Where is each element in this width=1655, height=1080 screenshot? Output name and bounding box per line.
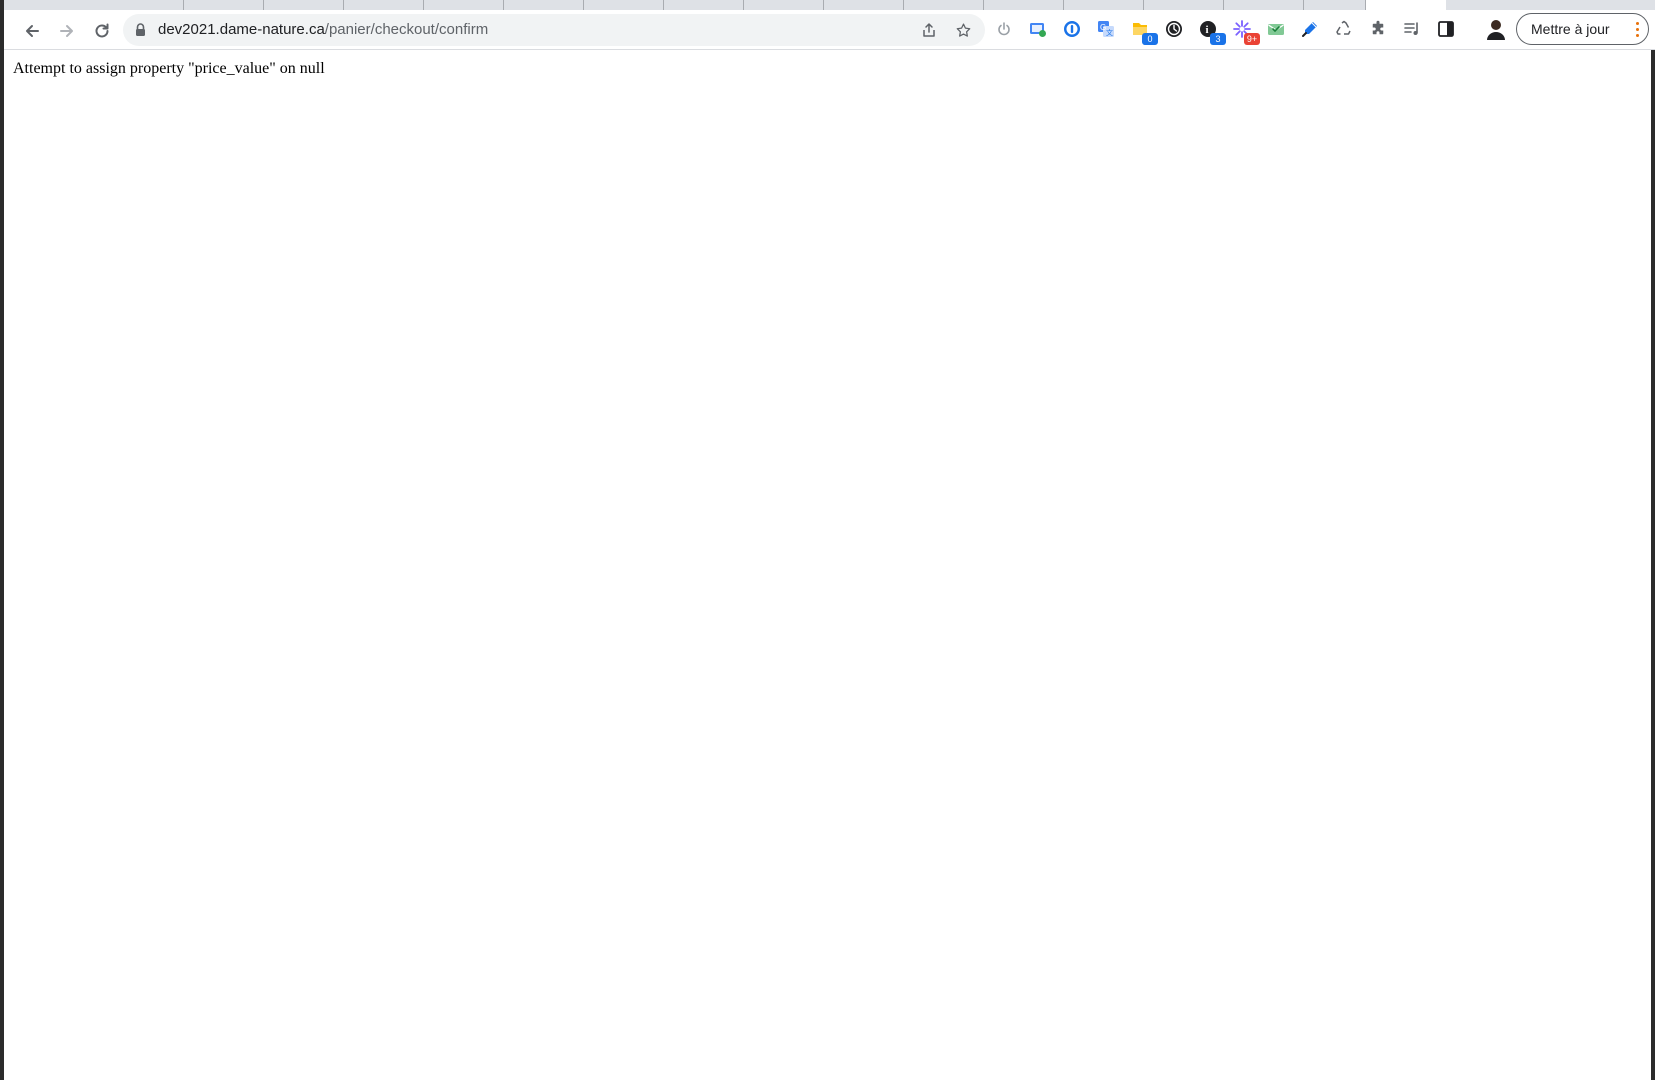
tab[interactable]: [1064, 0, 1144, 10]
side-panel-icon[interactable]: [1434, 17, 1458, 41]
tab[interactable]: [4, 0, 184, 10]
forward-button[interactable]: [54, 18, 80, 44]
browser-window: dev2021.dame-nature.ca/panier/checkout/c…: [0, 0, 1655, 1080]
sparkle-icon[interactable]: 9+: [1230, 17, 1260, 45]
power-icon[interactable]: [992, 17, 1016, 41]
lock-icon[interactable]: [135, 23, 146, 37]
arrow-right-icon: [60, 25, 73, 37]
reload-icon: [95, 23, 109, 38]
share-icon: [923, 23, 935, 37]
notes-icon[interactable]: 0: [1128, 17, 1158, 45]
timer-icon[interactable]: [1162, 17, 1186, 41]
bookmark-button[interactable]: [952, 19, 974, 41]
tab[interactable]: [824, 0, 904, 10]
tab[interactable]: [264, 0, 344, 10]
mail-check-icon[interactable]: [1264, 17, 1288, 41]
url-text[interactable]: dev2021.dame-nature.ca/panier/checkout/c…: [158, 21, 488, 39]
tab[interactable]: [184, 0, 264, 10]
recycle-icon[interactable]: [1332, 17, 1356, 41]
tab[interactable]: [424, 0, 504, 10]
translate-icon[interactable]: G文: [1094, 17, 1118, 41]
screen-capture-icon[interactable]: [1026, 17, 1050, 41]
page-content: Attempt to assign property "price_value"…: [4, 50, 1651, 1080]
tab[interactable]: [664, 0, 744, 10]
browser-toolbar: dev2021.dame-nature.ca/panier/checkout/c…: [4, 10, 1655, 50]
tab[interactable]: [1224, 0, 1304, 10]
back-button[interactable]: [19, 18, 45, 44]
tab[interactable]: [744, 0, 824, 10]
error-message: Attempt to assign property "price_value"…: [13, 60, 325, 77]
reload-button[interactable]: [89, 18, 115, 44]
tab[interactable]: [344, 0, 424, 10]
update-button[interactable]: Mettre à jour: [1516, 13, 1649, 45]
svg-text:文: 文: [1106, 28, 1113, 37]
svg-text:i: i: [1206, 24, 1209, 36]
highlighter-icon[interactable]: [1298, 17, 1322, 41]
puzzle-icon[interactable]: [1366, 17, 1390, 41]
sparkle-badge: 9+: [1244, 33, 1260, 45]
tab[interactable]: [1304, 0, 1366, 10]
star-icon: [956, 22, 970, 37]
tab-strip: [4, 0, 1655, 10]
update-button-label: Mettre à jour: [1531, 21, 1610, 37]
tab[interactable]: [504, 0, 584, 10]
media-queue-icon[interactable]: [1400, 17, 1424, 41]
avatar[interactable]: [1483, 16, 1509, 42]
tab[interactable]: [584, 0, 664, 10]
address-bar[interactable]: dev2021.dame-nature.ca/panier/checkout/c…: [123, 14, 985, 46]
arrow-left-icon: [26, 25, 39, 37]
info-badge: 3: [1210, 33, 1226, 45]
notes-badge: 0: [1142, 33, 1158, 45]
url-path: /panier/checkout/confirm: [324, 21, 489, 38]
info-icon[interactable]: i 3: [1196, 17, 1226, 45]
share-button[interactable]: [918, 19, 940, 41]
tab[interactable]: [1144, 0, 1224, 10]
password-manager-icon[interactable]: [1060, 17, 1084, 41]
menu-kebab-icon[interactable]: [1636, 22, 1640, 38]
tab[interactable]: [984, 0, 1064, 10]
tab[interactable]: [904, 0, 984, 10]
tab-active[interactable]: [1366, 0, 1446, 10]
url-host: dev2021.dame-nature.ca: [158, 21, 325, 38]
window-right-edge: [1651, 50, 1655, 1080]
